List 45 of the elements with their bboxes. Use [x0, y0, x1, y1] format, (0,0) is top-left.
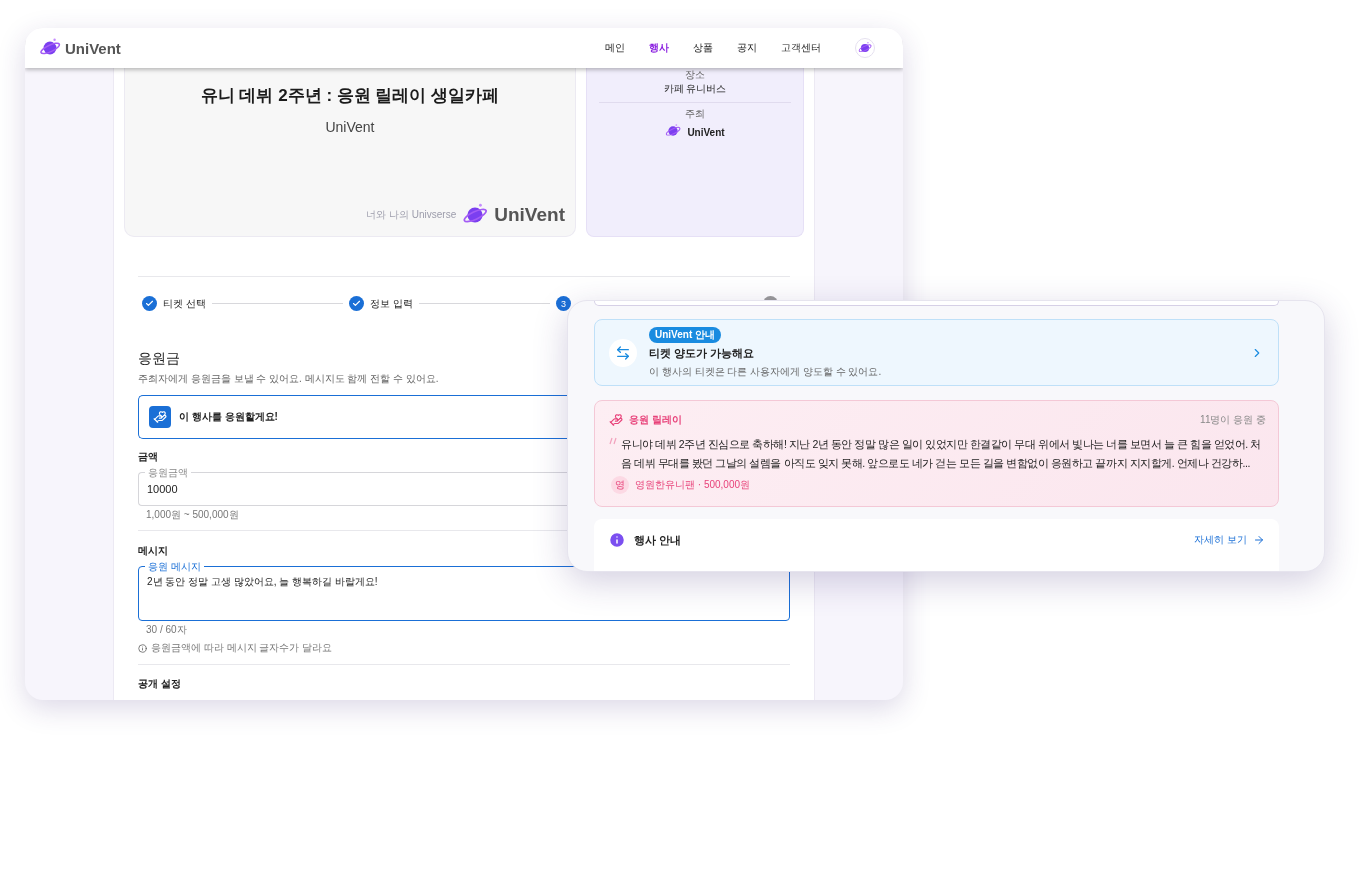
event-info-title: 행사 안내	[634, 533, 682, 548]
field-heading: 공개 설정	[138, 677, 181, 691]
notice-badge: UniVent 안내	[649, 326, 721, 343]
swap-arrows-icon	[609, 338, 637, 367]
profile-avatar[interactable]	[855, 38, 875, 58]
character-counter: 30 / 60자	[146, 624, 187, 636]
nav-link[interactable]: 고객센터	[781, 41, 821, 55]
field-heading: 금액	[138, 450, 158, 464]
nav-link[interactable]: 메인	[605, 41, 625, 55]
transfer-notice-card[interactable]: UniVent 안내 티켓 양도가 가능해요 이 행사의 티켓은 다른 사용자에게 양도할 수 있어요.	[594, 319, 1279, 386]
field-label: 장소	[685, 69, 705, 80]
arrow-right-icon	[1253, 534, 1265, 546]
field-value: 카페 유니버스	[663, 82, 727, 96]
brand-logo: UniVent	[494, 204, 565, 226]
planet-logo-icon	[665, 123, 682, 139]
quote-icon	[609, 437, 617, 445]
info-icon	[608, 531, 626, 549]
message-note: 응원금액에 따라 메시지 글자수가 달라요	[151, 642, 333, 654]
tagline: 너와 나의 Univserse	[366, 208, 457, 222]
step-label: 정보 입력	[370, 296, 413, 311]
brand-logo[interactable]: UniVent	[65, 39, 121, 57]
section-description: 주최자에게 응원금을 보낼 수 있어요. 메시지도 함께 전할 수 있어요.	[138, 372, 439, 386]
event-title: 유니 데뷔 2주년 : 응원 릴레이 생일카페	[200, 85, 500, 107]
nav-link[interactable]: 상품	[693, 41, 713, 55]
author-avatar: 영	[611, 476, 629, 494]
field-label: 주최	[685, 108, 705, 119]
supporter-count: 11명이 응원 중	[1200, 413, 1266, 427]
amount-hint: 1,000원 ~ 500,000원	[146, 509, 239, 521]
hand-heart-icon	[609, 413, 623, 427]
author-name: 영원한유니팬 · 500,000원	[635, 478, 751, 492]
nav-link[interactable]: 행사	[649, 41, 669, 55]
host-name: UniVent	[687, 126, 725, 138]
nav-link[interactable]: 공지	[737, 41, 757, 55]
planet-logo-icon	[858, 41, 872, 55]
relay-title: 응원 릴레이	[629, 413, 682, 427]
step-indicator: 3	[556, 296, 571, 311]
info-icon	[138, 643, 147, 653]
notice-title: 티켓 양도가 가능해요	[649, 345, 755, 361]
section-title: 응원금	[138, 350, 180, 368]
step-label: 티켓 선택	[163, 296, 206, 311]
notice-description: 이 행사의 티켓은 다른 사용자에게 양도할 수 있어요.	[649, 364, 882, 379]
field-heading: 메시지	[138, 544, 168, 558]
relay-message: 유니야 데뷔 2주년 진심으로 축하해! 지난 2년 동안 정말 많은 일이 있었지만 한결같이 무대 위에서 빛나는 너를 보면서 늘 큰 힘을 얻었어. 처음 데뷔 무대를 봤던 그날의 설렘을 아직도 잊지 못해. 앞으로도 네가 걷는 모든 길을 변함없이 응원하고 끝까지 지지할게. 언제나 건강하...	[621, 437, 1262, 471]
details-link[interactable]: 자세히 보기	[1194, 531, 1265, 549]
event-subtitle: UniVent	[325, 119, 375, 135]
